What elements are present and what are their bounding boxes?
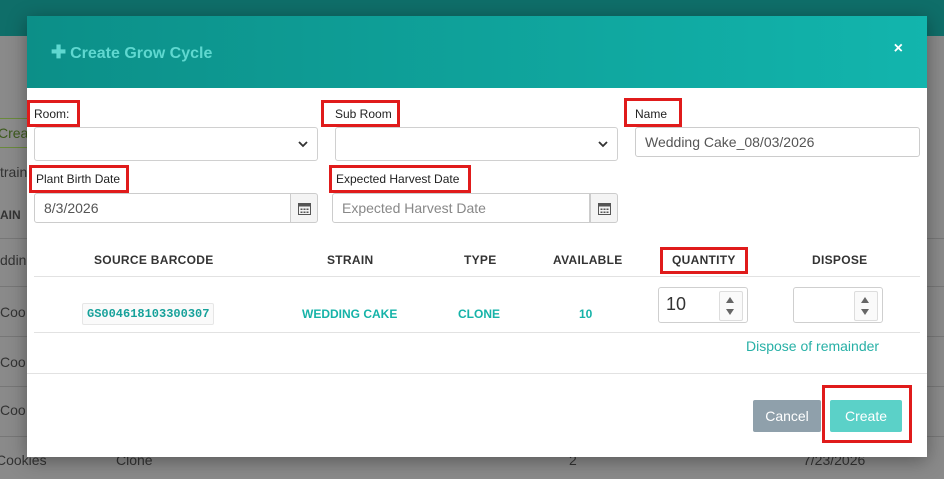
col-available: AVAILABLE bbox=[553, 253, 623, 267]
modal-title-text: Create Grow Cycle bbox=[70, 45, 213, 62]
col-dispose: DISPOSE bbox=[812, 253, 868, 267]
harvest-date-input[interactable]: Expected Harvest Date bbox=[332, 193, 590, 223]
close-icon[interactable]: × bbox=[894, 40, 903, 58]
chevron-down-icon bbox=[298, 141, 308, 148]
calendar-icon bbox=[598, 203, 611, 215]
create-button[interactable]: Create bbox=[830, 400, 902, 432]
calendar-button[interactable] bbox=[590, 193, 618, 223]
bg-column-header: AIN bbox=[0, 208, 21, 222]
chevron-down-icon bbox=[598, 141, 608, 148]
room-label: Room: bbox=[31, 105, 73, 123]
strain-cell: WEDDING CAKE bbox=[302, 307, 398, 321]
birth-date-label: Plant Birth Date bbox=[33, 170, 124, 188]
plus-icon: ✚ bbox=[51, 42, 67, 62]
create-grow-cycle-modal: ✚ Create Grow Cycle × Room: Sub Room Name… bbox=[27, 16, 927, 457]
dispose-remainder-link[interactable]: Dispose of remainder bbox=[746, 338, 879, 354]
calendar-button[interactable] bbox=[290, 193, 318, 223]
stepper-arrows[interactable] bbox=[719, 291, 743, 321]
name-label: Name bbox=[632, 105, 671, 123]
col-type: TYPE bbox=[464, 253, 497, 267]
birth-date-input[interactable]: 8/3/2026 bbox=[34, 193, 292, 223]
room-select[interactable] bbox=[34, 127, 318, 161]
quantity-value: 10 bbox=[666, 294, 687, 314]
bg-row-text: Coo bbox=[0, 354, 26, 370]
stepper-down-icon[interactable] bbox=[726, 309, 734, 315]
type-cell: CLONE bbox=[458, 307, 500, 321]
table-header-divider bbox=[34, 276, 920, 277]
stepper-up-icon[interactable] bbox=[726, 297, 734, 303]
bg-create-tab[interactable]: Crea bbox=[0, 118, 29, 148]
col-quantity: QUANTITY bbox=[672, 253, 736, 267]
bg-row-text: ddin bbox=[0, 252, 27, 268]
bg-strain-text: train bbox=[0, 164, 28, 180]
subroom-label: Sub Room bbox=[332, 105, 395, 123]
available-cell: 10 bbox=[579, 307, 593, 321]
stepper-up-icon[interactable] bbox=[861, 297, 869, 303]
modal-title: ✚ Create Grow Cycle bbox=[51, 42, 212, 63]
stepper-arrows[interactable] bbox=[854, 291, 878, 321]
table-row-divider bbox=[34, 332, 920, 333]
col-source-barcode: SOURCE BARCODE bbox=[94, 253, 214, 267]
subroom-select[interactable] bbox=[335, 127, 618, 161]
cancel-button[interactable]: Cancel bbox=[753, 400, 821, 432]
harvest-date-label: Expected Harvest Date bbox=[333, 170, 463, 188]
source-barcode: GS004618103300307 bbox=[82, 303, 215, 325]
modal-header: ✚ Create Grow Cycle × bbox=[27, 16, 927, 88]
quantity-stepper[interactable]: 10 bbox=[658, 287, 748, 323]
name-input[interactable]: Wedding Cake_08/03/2026 bbox=[635, 127, 920, 157]
calendar-icon bbox=[298, 203, 311, 215]
bg-row-text: Coo bbox=[0, 402, 26, 418]
col-strain: STRAIN bbox=[327, 253, 374, 267]
dispose-stepper[interactable] bbox=[793, 287, 883, 323]
stepper-down-icon[interactable] bbox=[861, 309, 869, 315]
bg-row-text: Coo bbox=[0, 304, 26, 320]
footer-divider bbox=[27, 373, 927, 374]
